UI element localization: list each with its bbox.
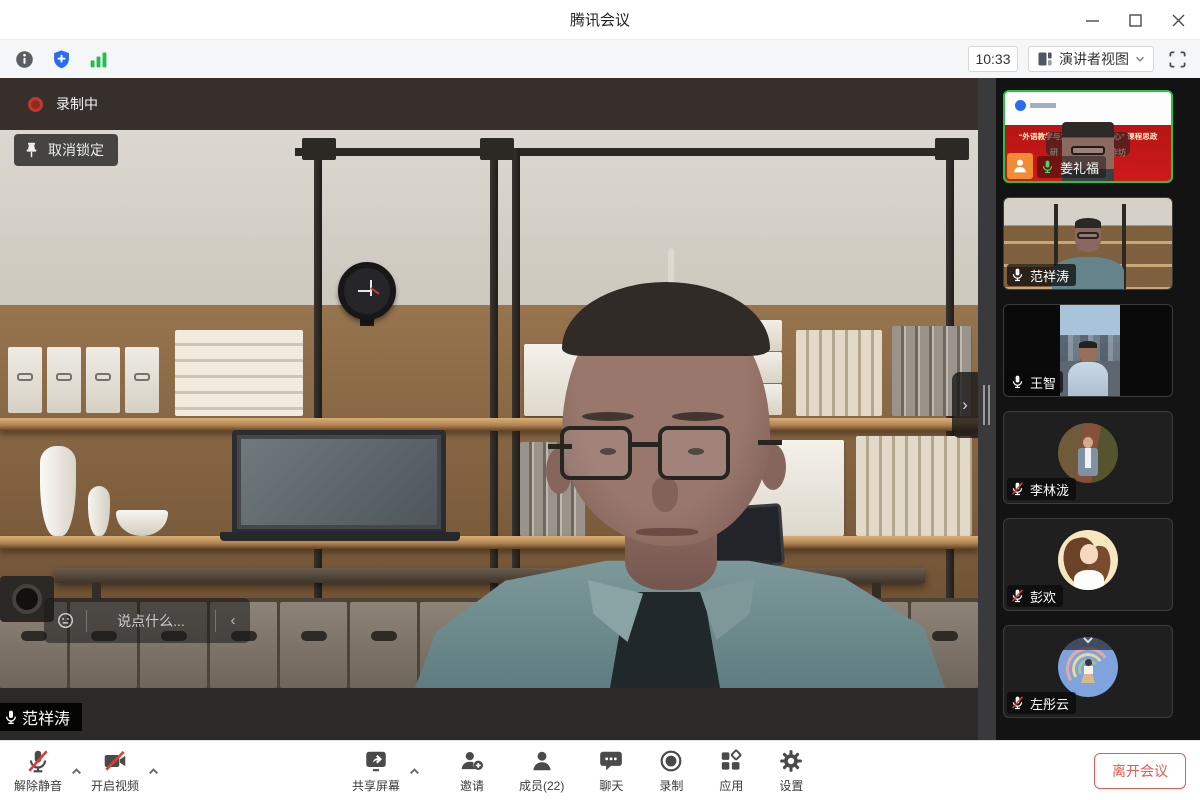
splitter-handle[interactable] [978, 78, 996, 740]
share-screen-button[interactable]: 共享屏幕 [352, 743, 400, 799]
share-screen-icon [363, 748, 389, 774]
start-video-button[interactable]: 开启视频 [91, 743, 139, 799]
main-video-area: 录制中 [0, 78, 978, 740]
mic-icon [1010, 374, 1026, 390]
video-options-chevron[interactable] [143, 743, 164, 799]
chevron-down-icon [1135, 55, 1145, 63]
recording-indicator: 录制中 [28, 94, 98, 114]
scroll-down-button[interactable] [1046, 629, 1130, 650]
mic-icon [1010, 267, 1026, 283]
camera-muted-icon [102, 748, 128, 774]
participant-tile-wangzhi[interactable]: 王智 [1003, 304, 1173, 397]
screen-share-badge [1007, 153, 1033, 179]
view-mode-button[interactable]: 演讲者视图 [1028, 46, 1154, 72]
mic-muted-icon [1010, 695, 1026, 711]
avatar: ★ ★ [1058, 530, 1118, 590]
meeting-stage: 录制中 [0, 78, 1200, 740]
minimize-icon[interactable] [1085, 13, 1100, 28]
unpin-button[interactable]: 取消锁定 [14, 134, 118, 166]
recording-dot-icon [28, 97, 43, 112]
mic-muted-icon [25, 748, 51, 774]
status-bar: 10:33 演讲者视图 [0, 40, 1200, 78]
apps-button[interactable]: 应用 [718, 743, 744, 799]
leave-meeting-button[interactable]: 离开会议 [1094, 753, 1186, 789]
meeting-info-icon[interactable] [12, 47, 36, 71]
record-button[interactable]: 录制 [658, 743, 684, 799]
close-icon[interactable] [1171, 13, 1186, 28]
invite-button[interactable]: 邀请 [459, 743, 485, 799]
fullscreen-icon[interactable] [1164, 46, 1190, 72]
slide-logo [1015, 100, 1026, 111]
chat-button[interactable]: 聊天 [598, 743, 624, 799]
participant-tile-fanxiangtao[interactable]: 范祥涛 [1003, 197, 1173, 290]
mic-options-chevron[interactable] [66, 743, 87, 799]
participant-label: 姜礼福 [1037, 156, 1106, 178]
apps-icon [718, 748, 744, 774]
chat-collapse-icon[interactable]: ‹ [216, 612, 250, 629]
scene-laptop [232, 430, 446, 534]
settings-button[interactable]: 设置 [778, 743, 804, 799]
participant-label: 彭欢 [1007, 585, 1063, 607]
speaker-glasses [560, 426, 632, 480]
participant-tile-penghuan[interactable]: ★ ★ 彭欢 [1003, 518, 1173, 611]
mic-icon [3, 709, 19, 725]
participant-label: 左彤云 [1007, 692, 1076, 714]
participant-label: 王智 [1007, 371, 1063, 393]
chat-icon [598, 748, 624, 774]
chat-input[interactable]: 说点什么... [87, 611, 215, 631]
speaker-name-label: 范祥涛 [0, 703, 82, 731]
share-options-chevron[interactable] [404, 743, 425, 799]
maximize-icon[interactable] [1128, 13, 1143, 28]
unmute-button[interactable]: 解除静音 [14, 743, 62, 799]
participants-strip: “外语教学与立德树人研究中心” 课程思政 研 作坊 [996, 78, 1200, 740]
pin-icon [24, 142, 39, 158]
window-title: 腾讯会议 [570, 9, 630, 30]
emoji-icon[interactable] [44, 611, 86, 630]
tencent-meeting-window: 腾讯会议 10:33 演讲者视图 [0, 0, 1200, 800]
stage-top-bar: 录制中 [0, 78, 978, 130]
security-shield-icon[interactable] [49, 47, 73, 71]
layout-icon [1037, 51, 1053, 67]
sidebar-collapse-tab[interactable]: › [952, 372, 978, 438]
recording-label: 录制中 [56, 94, 98, 114]
avatar [1058, 423, 1118, 483]
control-toolbar: 解除静音 开启视频 [0, 740, 1200, 800]
mic-muted-icon [1010, 588, 1026, 604]
participant-tile-zutongyun[interactable]: 左彤云 [1003, 625, 1173, 718]
mic-active-icon [1040, 159, 1056, 175]
participant-tile-jianglifu[interactable]: “外语教学与立德树人研究中心” 课程思政 研 作坊 [1003, 90, 1173, 183]
members-icon [529, 748, 555, 774]
members-button[interactable]: 成员(22) [519, 743, 564, 799]
quick-chat-bar[interactable]: 说点什么... ‹ [44, 598, 250, 643]
window-controls [1085, 0, 1186, 40]
record-icon [658, 748, 684, 774]
scene-wall-clock [338, 262, 396, 320]
participant-label: 范祥涛 [1007, 264, 1076, 286]
meeting-timer: 10:33 [968, 46, 1018, 72]
gear-icon [778, 748, 804, 774]
participant-label: 李林泷 [1007, 478, 1076, 500]
invite-icon [459, 748, 485, 774]
mic-muted-icon [1010, 481, 1026, 497]
participant-tile-lilinlong[interactable]: 李林泷 [1003, 411, 1173, 504]
titlebar: 腾讯会议 [0, 0, 1200, 40]
scene-vases [40, 446, 76, 536]
network-signal-icon[interactable] [86, 47, 110, 71]
